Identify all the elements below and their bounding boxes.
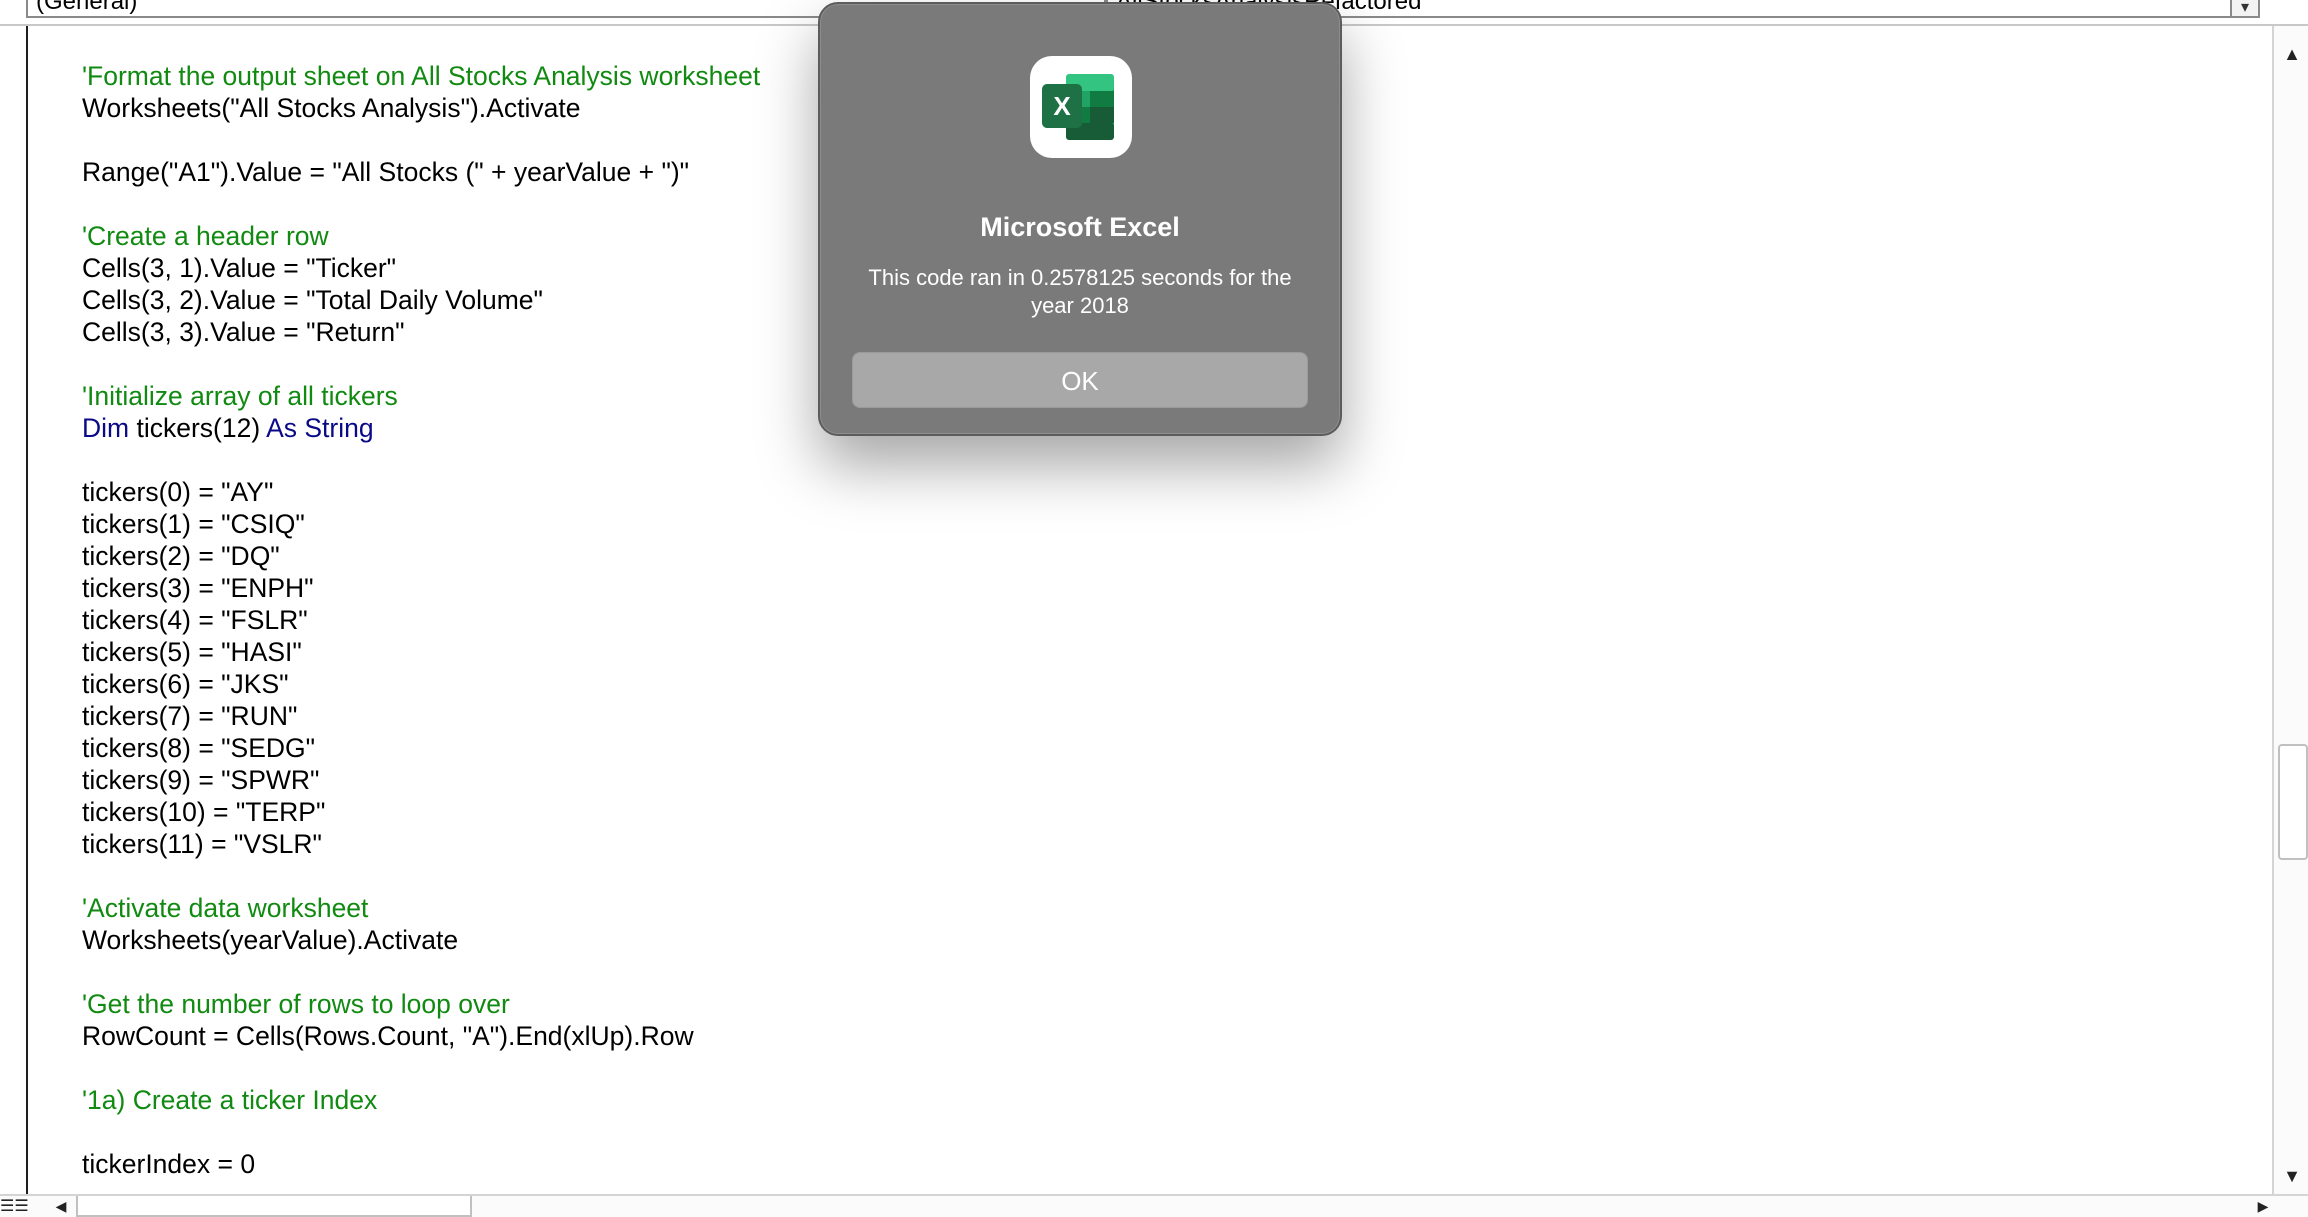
code-line[interactable]: tickers(4) = "FSLR" bbox=[82, 604, 2262, 636]
dialog-message: This code ran in 0.2578125 seconds for t… bbox=[868, 265, 1292, 318]
scroll-up-arrow-icon[interactable]: ▲ bbox=[2274, 36, 2308, 72]
code-comment-line[interactable]: 'Get the number of rows to loop over bbox=[82, 988, 2262, 1020]
horizontal-scroll-thumb[interactable] bbox=[76, 1196, 472, 1217]
code-line[interactable]: tickers(7) = "RUN" bbox=[82, 700, 2262, 732]
code-keyword: Dim bbox=[82, 413, 130, 443]
code-blank-line[interactable] bbox=[82, 1116, 2262, 1148]
procedure-view-icon[interactable]: ☰☰ bbox=[0, 1196, 44, 1217]
code-line[interactable]: RowCount = Cells(Rows.Count, "A").End(xl… bbox=[82, 1020, 2262, 1052]
code-line[interactable]: tickerIndex = 0 bbox=[82, 1148, 2262, 1180]
vertical-scroll-thumb[interactable] bbox=[2278, 744, 2308, 860]
message-box-dialog: X Microsoft Excel This code ran in 0.257… bbox=[818, 2, 1342, 436]
code-line[interactable]: tickers(10) = "TERP" bbox=[82, 796, 2262, 828]
ok-button[interactable]: OK bbox=[852, 352, 1308, 408]
dialog-title: Microsoft Excel bbox=[980, 212, 1180, 242]
scroll-down-arrow-icon[interactable]: ▼ bbox=[2274, 1158, 2308, 1194]
horizontal-scrollbar[interactable]: ☰☰ ◀ ▶ bbox=[0, 1194, 2308, 1217]
scroll-left-arrow-icon[interactable]: ◀ bbox=[48, 1196, 74, 1217]
code-blank-line[interactable] bbox=[82, 860, 2262, 892]
code-line[interactable]: tickers(6) = "JKS" bbox=[82, 668, 2262, 700]
code-margin-indicator-bar[interactable] bbox=[0, 26, 28, 1194]
chevron-down-icon[interactable]: ▾ bbox=[2230, 0, 2260, 18]
code-comment-line[interactable]: 'Activate data worksheet bbox=[82, 892, 2262, 924]
code-line[interactable]: Worksheets(yearValue).Activate bbox=[82, 924, 2262, 956]
code-line[interactable]: tickers(2) = "DQ" bbox=[82, 540, 2262, 572]
code-line[interactable]: tickers(0) = "AY" bbox=[82, 476, 2262, 508]
code-blank-line[interactable] bbox=[82, 444, 2262, 476]
code-line[interactable]: tickers(1) = "CSIQ" bbox=[82, 508, 2262, 540]
code-comment-line[interactable]: '1a) Create a ticker Index bbox=[82, 1084, 2262, 1116]
excel-icon: X bbox=[1030, 56, 1132, 158]
code-line[interactable]: tickers(3) = "ENPH" bbox=[82, 572, 2262, 604]
code-line[interactable]: tickers(8) = "SEDG" bbox=[82, 732, 2262, 764]
code-blank-line[interactable] bbox=[82, 956, 2262, 988]
scroll-right-arrow-icon[interactable]: ▶ bbox=[2250, 1196, 2276, 1217]
code-line[interactable]: tickers(11) = "VSLR" bbox=[82, 828, 2262, 860]
code-blank-line[interactable] bbox=[82, 1052, 2262, 1084]
code-text: tickers(12) bbox=[129, 413, 267, 443]
vertical-scrollbar[interactable]: ▲ ▼ bbox=[2272, 26, 2308, 1194]
code-line[interactable]: tickers(5) = "HASI" bbox=[82, 636, 2262, 668]
code-line[interactable]: tickers(9) = "SPWR" bbox=[82, 764, 2262, 796]
object-dropdown-value: (General) bbox=[36, 0, 138, 15]
excel-icon-letter: X bbox=[1053, 91, 1071, 121]
code-keyword: As String bbox=[266, 413, 374, 443]
